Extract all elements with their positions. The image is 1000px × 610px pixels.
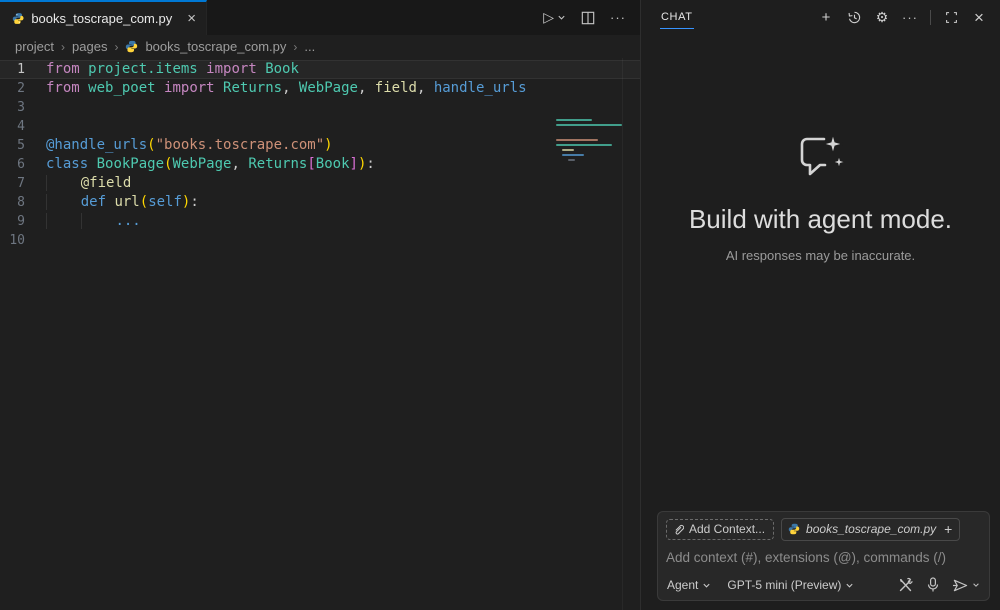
line-number: 7 <box>0 174 46 193</box>
new-chat-button[interactable]: + <box>815 7 837 29</box>
code-line[interactable]: 7 @field <box>0 174 640 193</box>
ellipsis-icon: ··· <box>902 10 918 25</box>
chevron-down-icon <box>702 581 711 590</box>
code-lines: 1from project.items import Book2from web… <box>0 60 640 250</box>
chat-prompt-input[interactable]: Add context (#), extensions (@), command… <box>666 550 981 565</box>
chevron-down-icon <box>972 581 980 589</box>
tab-books-toscrape-com-py[interactable]: books_toscrape_com.py × <box>0 0 207 35</box>
gear-icon: ⚙ <box>876 9 889 26</box>
chat-sparkle-icon <box>793 131 849 183</box>
breadcrumb-filename[interactable]: books_toscrape_com.py <box>145 39 286 54</box>
python-icon <box>788 523 800 535</box>
chat-empty-state: Build with agent mode. AI responses may … <box>641 131 1000 263</box>
code-line[interactable]: 3 <box>0 98 640 117</box>
model-picker[interactable]: GPT-5 mini (Preview) <box>727 578 854 592</box>
code-line[interactable]: 10 <box>0 231 640 250</box>
code-line[interactable]: 5@handle_urls("books.toscrape.com") <box>0 136 640 155</box>
line-number: 3 <box>0 98 46 117</box>
code-line[interactable]: 1from project.items import Book <box>0 60 640 79</box>
tools-icon <box>898 577 914 593</box>
configure-tools-button[interactable] <box>898 577 914 593</box>
current-file-name: books_toscrape_com.py <box>806 522 936 536</box>
editor-tab-bar: books_toscrape_com.py × ▷ ··· <box>0 0 640 35</box>
breadcrumb-separator: › <box>114 40 118 54</box>
divider <box>930 10 931 25</box>
breadcrumb: project › pages › books_toscrape_com.py … <box>0 35 640 58</box>
code-line[interactable]: 8 def url(self): <box>0 193 640 212</box>
tab-label: books_toscrape_com.py <box>31 11 172 26</box>
line-number: 8 <box>0 193 46 212</box>
paperclip-icon <box>673 523 684 536</box>
model-picker-label: GPT-5 mini (Preview) <box>727 578 841 592</box>
chat-header: CHAT + ⚙ ··· <box>641 0 1000 35</box>
add-context-button[interactable]: Add Context... <box>666 519 774 540</box>
chevron-down-icon <box>845 581 854 590</box>
plus-icon: + <box>822 9 831 26</box>
split-editor-button[interactable] <box>581 11 595 25</box>
vscode-window: books_toscrape_com.py × ▷ ··· <box>0 0 1000 610</box>
python-icon <box>125 40 138 53</box>
editor-pane: books_toscrape_com.py × ▷ ··· <box>0 0 640 610</box>
chat-history-button[interactable] <box>843 7 865 29</box>
history-icon <box>847 10 862 25</box>
line-number: 10 <box>0 231 46 250</box>
code-line[interactable]: 2from web_poet import Returns, WebPage, … <box>0 79 640 98</box>
close-panel-button[interactable]: × <box>968 7 990 29</box>
add-file-context-icon[interactable]: + <box>942 521 952 537</box>
code-line[interactable]: 9 ... <box>0 212 640 231</box>
send-button[interactable] <box>952 578 980 593</box>
breadcrumb-symbol[interactable]: ... <box>304 39 315 54</box>
line-number: 2 <box>0 79 46 98</box>
empty-state-heading: Build with agent mode. <box>641 204 1000 235</box>
chat-more-actions-button[interactable]: ··· <box>899 7 921 29</box>
line-number: 9 <box>0 212 46 231</box>
python-icon <box>12 11 24 26</box>
maximize-panel-button[interactable] <box>940 7 962 29</box>
send-icon <box>952 578 969 593</box>
mode-picker-label: Agent <box>667 578 698 592</box>
empty-state-subtext: AI responses may be inaccurate. <box>641 248 1000 263</box>
chat-settings-button[interactable]: ⚙ <box>871 7 893 29</box>
voice-chat-button[interactable] <box>927 577 939 593</box>
chat-header-actions: + ⚙ ··· <box>815 7 990 29</box>
breadcrumb-pages[interactable]: pages <box>72 39 107 54</box>
editor-scrollbar[interactable] <box>622 58 623 610</box>
line-number: 4 <box>0 117 46 136</box>
split-editor-icon <box>581 11 595 25</box>
current-file-pill[interactable]: books_toscrape_com.py + <box>781 518 960 541</box>
mode-picker[interactable]: Agent <box>667 578 711 592</box>
chat-input-box[interactable]: Add Context... books_toscrape_com.py + A… <box>657 511 990 601</box>
code-editor[interactable]: 1from project.items import Book2from web… <box>0 58 640 250</box>
line-number: 5 <box>0 136 46 155</box>
breadcrumb-project[interactable]: project <box>15 39 54 54</box>
breadcrumb-separator: › <box>293 40 297 54</box>
breadcrumb-separator: › <box>61 40 65 54</box>
editor-actions: ▷ ··· <box>543 0 626 35</box>
line-number: 1 <box>0 61 46 78</box>
chat-controls-row: Agent GPT-5 mini (Preview) <box>667 577 980 593</box>
run-python-file-button[interactable]: ▷ <box>543 9 566 26</box>
line-number: 6 <box>0 155 46 174</box>
code-line[interactable]: 6class BookPage(WebPage, Returns[Book]): <box>0 155 640 174</box>
run-icon: ▷ <box>543 9 554 26</box>
code-line[interactable]: 4 <box>0 117 640 136</box>
chevron-down-icon <box>557 13 566 22</box>
microphone-icon <box>927 577 939 593</box>
minimap[interactable] <box>556 119 624 169</box>
input-action-icons <box>898 577 980 593</box>
expand-icon <box>945 11 958 24</box>
tab-chat[interactable]: CHAT <box>660 7 694 29</box>
close-icon: × <box>974 8 984 28</box>
add-context-label: Add Context... <box>689 522 765 536</box>
tab-close-icon[interactable]: × <box>187 11 196 26</box>
chat-panel: CHAT + ⚙ ··· <box>640 0 1000 610</box>
context-row: Add Context... books_toscrape_com.py + <box>666 518 981 541</box>
editor-more-actions-button[interactable]: ··· <box>610 10 626 25</box>
